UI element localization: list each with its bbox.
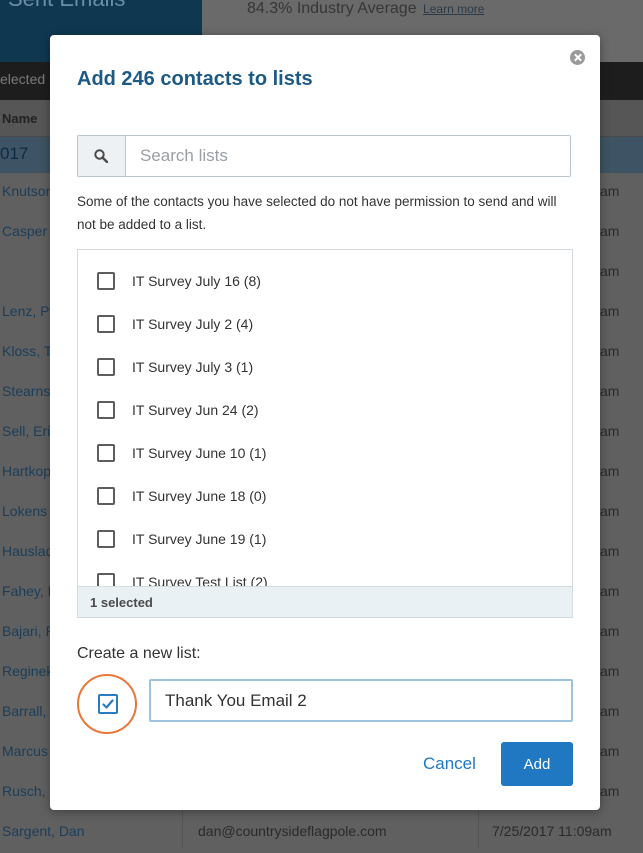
add-button[interactable]: Add — [501, 742, 573, 786]
list-item-label: IT Survey Jun 24 (2) — [132, 402, 259, 418]
add-to-lists-modal: Add 246 contacts to lists Some of the co… — [50, 35, 600, 810]
lists-box: IT Survey July 16 (8) IT Survey July 2 (… — [77, 249, 573, 618]
search-button[interactable] — [78, 136, 126, 176]
list-checkbox[interactable] — [97, 315, 115, 333]
list-item[interactable]: IT Survey June 19 (1) — [97, 530, 397, 554]
new-list-checkbox[interactable] — [98, 694, 118, 714]
list-checkbox[interactable] — [97, 573, 115, 586]
industry-average: 84.3% Industry Average Learn more — [247, 0, 485, 17]
column-divider — [182, 808, 183, 848]
column-divider — [478, 808, 479, 848]
create-list-label: Create a new list: — [77, 645, 201, 662]
list-checkbox[interactable] — [97, 272, 115, 290]
table-row: Sargent, Dan dan@countrysideflagpole.com… — [0, 813, 643, 853]
list-item[interactable]: IT Survey June 18 (0) — [97, 487, 397, 511]
list-checkbox[interactable] — [97, 401, 115, 419]
list-item[interactable]: IT Survey July 3 (1) — [97, 358, 397, 382]
list-item[interactable]: IT Survey July 2 (4) — [97, 315, 397, 339]
checkmark-icon — [102, 699, 114, 709]
selection-count-bar: 1 selected — [78, 586, 572, 617]
list-item-label: IT Survey June 18 (0) — [132, 488, 267, 504]
list-item-label: IT Survey July 2 (4) — [132, 316, 254, 332]
group-label: 017 — [0, 144, 29, 163]
name-column-header: Name — [2, 111, 38, 126]
list-item-label: IT Survey July 3 (1) — [132, 359, 254, 375]
search-box — [77, 135, 571, 177]
list-item[interactable]: IT Survey Jun 24 (2) — [97, 401, 397, 425]
list-item-label: IT Survey June 19 (1) — [132, 531, 267, 547]
list-checkbox[interactable] — [97, 530, 115, 548]
list-item-label: IT Survey June 10 (1) — [132, 445, 267, 461]
list-item-label: IT Survey Test List (2) — [132, 574, 268, 586]
list-item[interactable]: IT Survey July 16 (8) — [97, 272, 397, 296]
list-item[interactable]: IT Survey June 10 (1) — [97, 444, 397, 468]
close-icon[interactable] — [570, 50, 585, 65]
selected-text: elected — [0, 71, 46, 87]
permission-notice: Some of the contacts you have selected d… — [77, 194, 557, 232]
list-item-label: IT Survey July 16 (8) — [132, 273, 261, 289]
modal-title: Add 246 contacts to lists — [77, 68, 313, 90]
lists-scroll-area[interactable]: IT Survey July 16 (8) IT Survey July 2 (… — [78, 250, 572, 586]
cancel-button[interactable]: Cancel — [423, 754, 476, 774]
selected-count: 1 selected — [90, 595, 153, 610]
list-checkbox[interactable] — [97, 358, 115, 376]
learn-more-link: Learn more — [423, 2, 485, 16]
list-checkbox[interactable] — [97, 487, 115, 505]
new-list-name-input[interactable] — [149, 679, 573, 722]
search-input[interactable] — [126, 136, 570, 176]
list-item[interactable]: IT Survey Test List (2) — [97, 573, 397, 586]
list-checkbox[interactable] — [97, 444, 115, 462]
sent-emails-label: Sent Emails — [8, 0, 125, 12]
search-icon — [94, 149, 108, 163]
